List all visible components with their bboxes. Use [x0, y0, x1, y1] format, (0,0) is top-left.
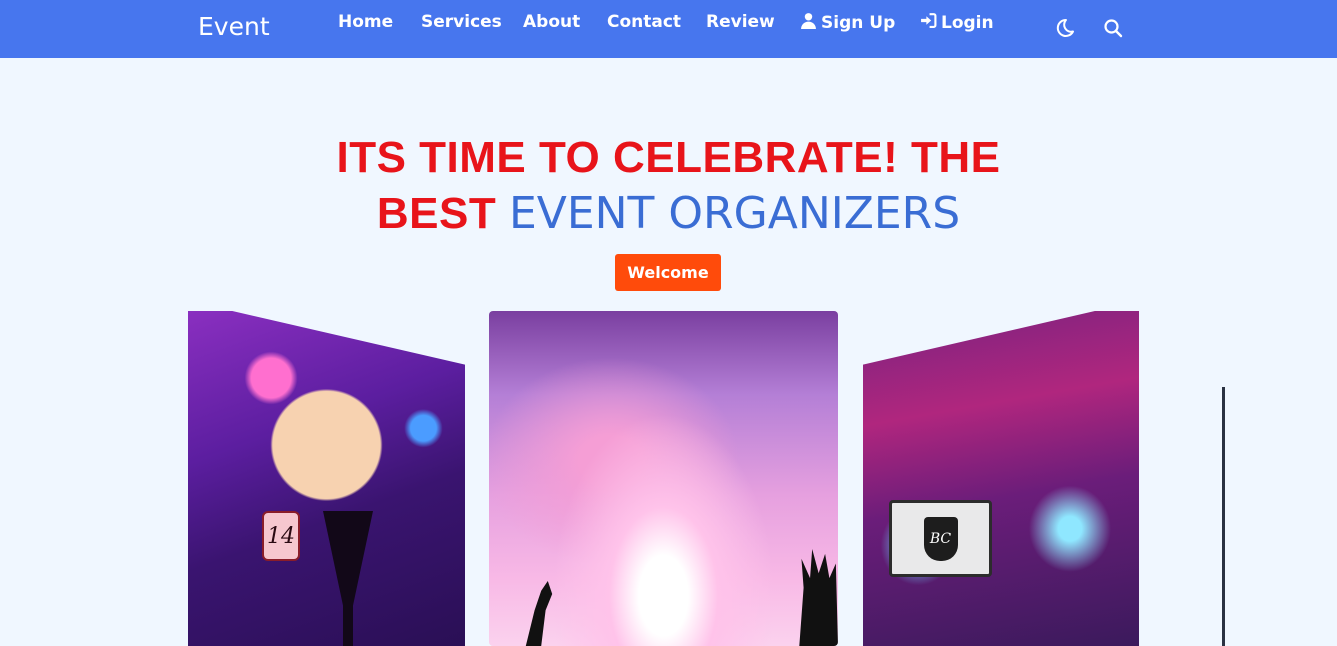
nav-sign-up[interactable]: Sign Up	[800, 12, 895, 34]
floral-table-image[interactable]: 14	[188, 311, 465, 646]
vase-shape	[323, 511, 373, 646]
hero-title: ITS TIME TO CELEBRATE! THE BEST EVENT OR…	[336, 133, 1001, 239]
raised-hand-right	[799, 549, 838, 646]
welcome-button[interactable]: Welcome	[615, 254, 721, 291]
navbar: Event Home Services About Contact Review…	[0, 0, 1337, 58]
table-number: 14	[262, 511, 300, 561]
nav-services[interactable]: Services	[421, 12, 502, 32]
concert-crowd-image[interactable]	[489, 311, 838, 646]
nav-home[interactable]: Home	[338, 12, 393, 32]
nav-about[interactable]: About	[523, 12, 580, 32]
crest-logo: BC	[923, 516, 958, 561]
sign-in-icon	[920, 12, 937, 34]
raised-hand-left	[525, 581, 553, 646]
moon-icon[interactable]	[1053, 17, 1075, 39]
user-icon	[800, 12, 817, 34]
search-icon[interactable]	[1102, 17, 1124, 39]
nav-contact[interactable]: Contact	[607, 12, 681, 32]
brand-logo[interactable]: Event	[198, 12, 270, 41]
partial-image[interactable]	[1222, 387, 1225, 646]
stage-screen: BC	[889, 500, 992, 577]
nav-review[interactable]: Review	[706, 12, 775, 32]
nav-login[interactable]: Login	[920, 12, 994, 34]
stage-hall-image[interactable]: BC	[863, 311, 1139, 646]
